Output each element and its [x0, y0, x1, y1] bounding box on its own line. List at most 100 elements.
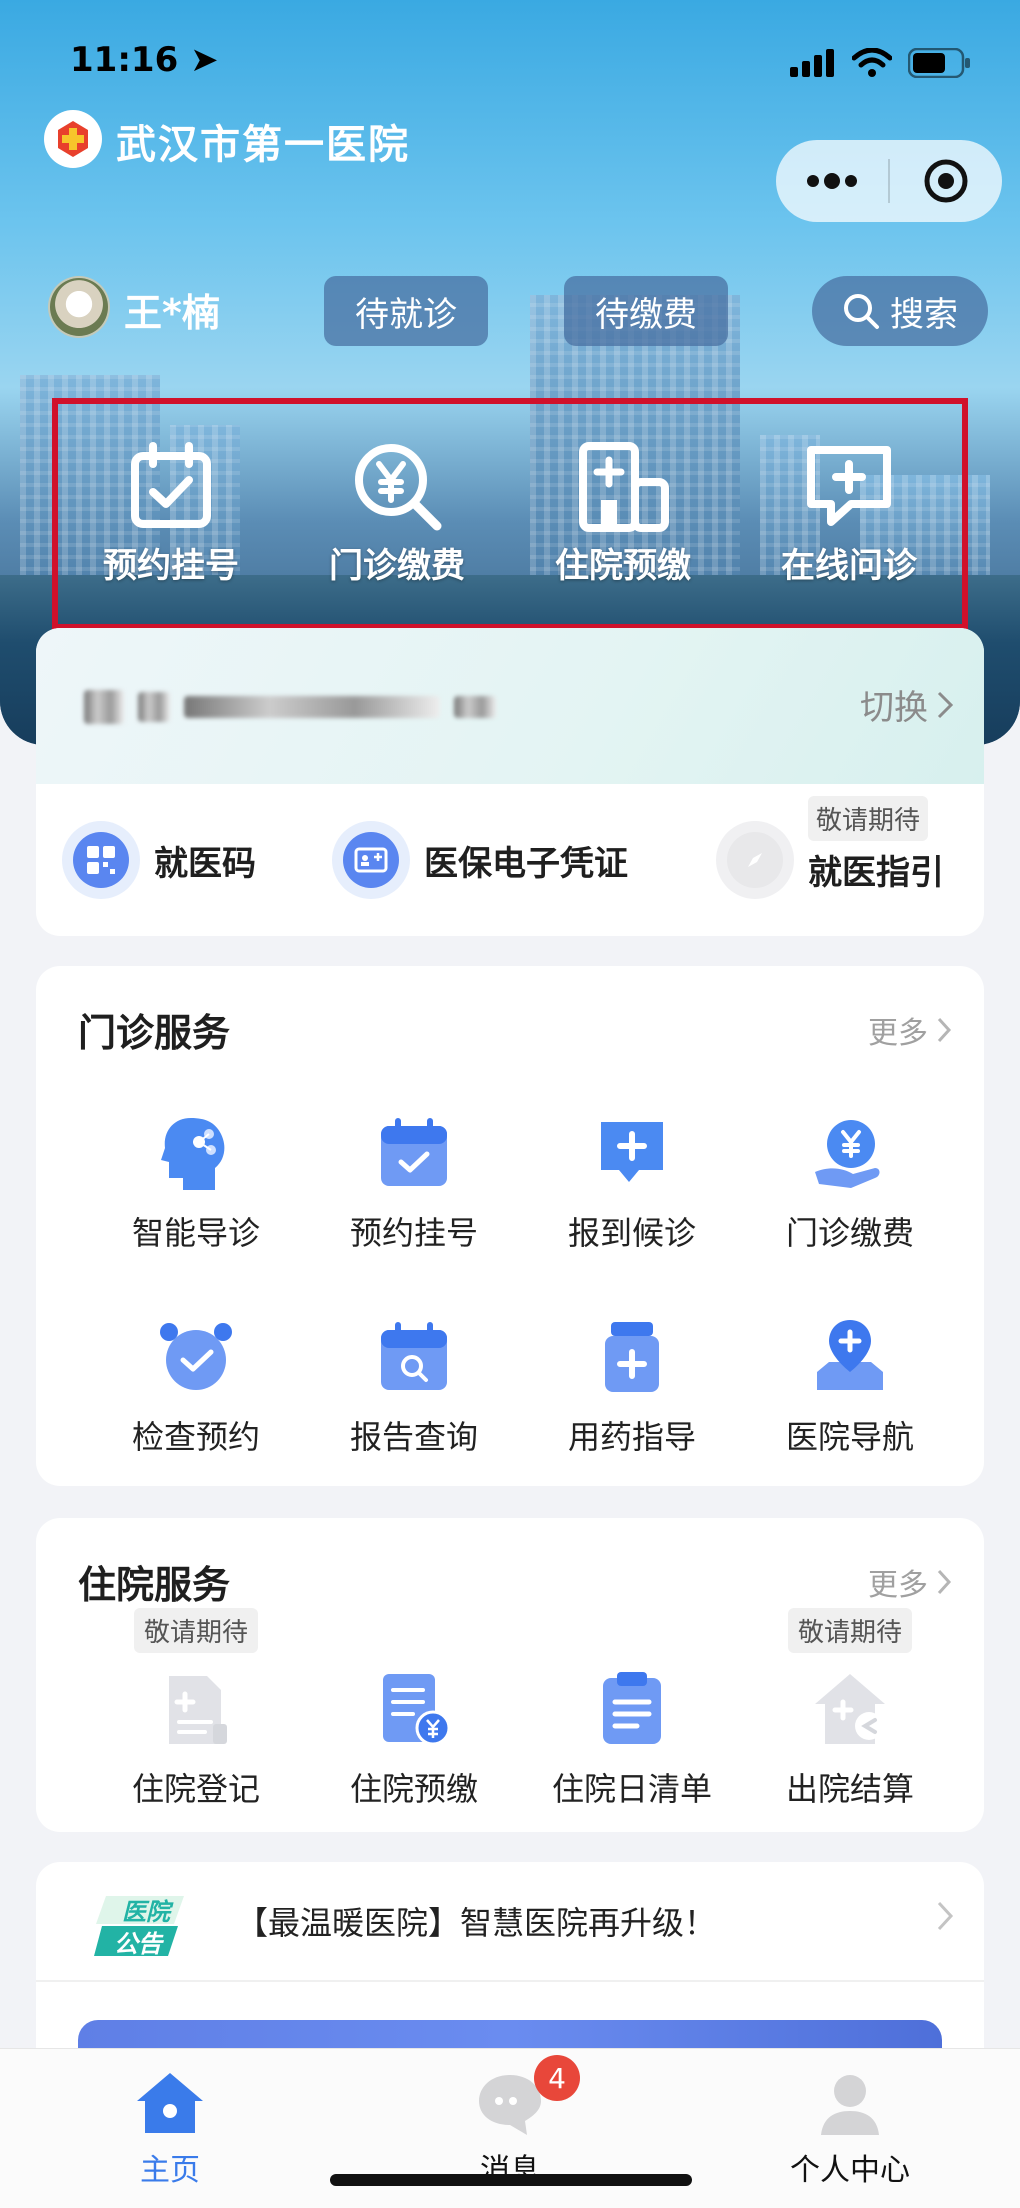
patient-info[interactable]: 切换: [36, 628, 984, 784]
quick-action-outpatient-payment[interactable]: 门诊缴费: [284, 404, 510, 624]
inpatient-services-title: 住院服务: [78, 1563, 231, 1607]
search-button[interactable]: 搜索: [812, 276, 988, 346]
notice-text[interactable]: 【最温暖医院】智慧医院再升级！: [236, 1898, 716, 1944]
medical-code-button[interactable]: 就医码: [62, 821, 256, 899]
chevron-right-icon: [937, 1017, 952, 1043]
yuan-search-icon: [355, 444, 442, 531]
coming-soon-tag: 敬请期待: [133, 1608, 258, 1653]
tab-label: 个人中心: [790, 2153, 910, 2188]
quick-action-label: 门诊缴费: [329, 546, 465, 586]
switch-label: 切换: [860, 688, 928, 728]
medical-code-label: 就医码: [154, 843, 256, 884]
inpatient-register-button[interactable]: 敬请期待 住院登记: [86, 1608, 306, 1810]
more-label: 更多: [868, 1016, 928, 1051]
location-arrow-icon: ➤: [190, 40, 219, 80]
close-mini-program-button[interactable]: [890, 157, 1002, 205]
head-ai-icon: [161, 1118, 225, 1190]
quick-action-appointment[interactable]: 预约挂号: [58, 404, 284, 624]
chevron-right-icon: [937, 691, 954, 718]
quick-action-online-consult[interactable]: 在线问诊: [736, 404, 962, 624]
quick-action-inpatient-prepay[interactable]: 住院预缴: [510, 404, 736, 624]
grid-label: 住院日清单: [551, 1770, 712, 1808]
inpatient-prepay-button[interactable]: 住院预缴: [304, 1668, 524, 1810]
hand-coin-icon: [815, 1120, 880, 1188]
calendar-icon: [381, 1118, 447, 1186]
patient-card: 切换 就医码 医保电子凭证 敬请期待 就医指引: [36, 628, 984, 936]
outpatient-payment-button[interactable]: 门诊缴费: [740, 1112, 960, 1254]
chevron-right-icon[interactable]: [936, 1900, 954, 1932]
wifi-icon: [852, 48, 892, 77]
grid-label: 预约挂号: [349, 1214, 478, 1252]
check-in-button[interactable]: 报到候诊: [522, 1112, 742, 1254]
mini-program-capsule: [776, 140, 1002, 222]
guide-label: 就医指引: [808, 853, 944, 893]
quick-action-label: 预约挂号: [103, 546, 239, 586]
guide-button[interactable]: 敬请期待 就医指引: [716, 796, 944, 899]
announcement-badge-icon: 医院 公告: [92, 1894, 184, 1958]
inpatient-more-link[interactable]: 更多: [868, 1560, 952, 1604]
target-circle-icon: [924, 159, 968, 203]
chat-plus-icon: [807, 446, 891, 526]
house-exit-icon: [815, 1674, 885, 1744]
cellular-signal-icon: [790, 49, 834, 77]
hospital-logo: [44, 110, 102, 168]
grid-label: 住院预缴: [349, 1770, 478, 1808]
grid-label: 出院结算: [785, 1770, 914, 1808]
grid-label: 医院导航: [785, 1418, 914, 1456]
outpatient-more-link[interactable]: 更多: [868, 1008, 952, 1052]
grid-label: 门诊缴费: [785, 1214, 914, 1252]
quick-actions-highlight: 预约挂号 门诊缴费 住院预缴 在线问诊: [52, 398, 968, 630]
calendar-check-icon: [131, 442, 211, 528]
status-bar: 11:16 ➤: [0, 0, 1020, 120]
switch-patient-button[interactable]: 切换: [860, 680, 954, 729]
grid-label: 报到候诊: [567, 1214, 696, 1252]
coming-soon-tag: 敬请期待: [787, 1608, 912, 1653]
chat-plus-icon: [601, 1122, 663, 1182]
clipboard-icon: [603, 1672, 661, 1744]
search-icon: [844, 294, 879, 329]
quick-action-label: 在线问诊: [781, 546, 917, 586]
hospital-building-icon: [579, 442, 669, 532]
medicine-bottle-icon: [605, 1322, 659, 1392]
unread-badge: 4: [534, 2055, 580, 2101]
quick-action-label: 住院预缴: [555, 546, 691, 586]
daily-bill-button[interactable]: 住院日清单: [522, 1668, 742, 1810]
register-doc-icon: [169, 1676, 227, 1744]
app-title: 武汉市第一医院: [116, 122, 410, 168]
tab-home[interactable]: 主页: [0, 2049, 340, 2208]
battery-icon: [908, 48, 970, 78]
doc-yuan-icon: [383, 1674, 451, 1746]
grid-label: 检查预约: [131, 1418, 260, 1456]
insurance-voucher-button[interactable]: 医保电子凭证: [332, 821, 628, 899]
report-query-button[interactable]: 报告查询: [304, 1316, 524, 1458]
pending-visit-button[interactable]: 待就诊: [324, 276, 488, 346]
id-card-icon: [332, 821, 410, 899]
exam-appointment-button[interactable]: 检查预约: [86, 1316, 306, 1458]
user-avatar[interactable]: [48, 276, 110, 338]
medication-guide-button[interactable]: 用药指导: [522, 1316, 742, 1458]
user-name[interactable]: 王*楠: [124, 282, 220, 337]
home-indicator: [330, 2174, 692, 2186]
grid-label: 智能导诊: [131, 1214, 260, 1252]
badge-line1: 医院: [122, 1898, 170, 1926]
patient-info-masked: [84, 690, 496, 724]
more-label: 更多: [868, 1568, 928, 1603]
grid-label: 报告查询: [349, 1418, 478, 1456]
discharge-settlement-button[interactable]: 敬请期待 出院结算: [740, 1608, 960, 1810]
outpatient-services-title: 门诊服务: [78, 1011, 231, 1055]
hospital-navigation-button[interactable]: 医院导航: [740, 1316, 960, 1458]
calendar-search-icon: [381, 1322, 447, 1390]
home-icon: [137, 2073, 203, 2133]
grid-label: 住院登记: [131, 1770, 260, 1808]
coming-soon-tag: 敬请期待: [808, 796, 929, 841]
chevron-right-icon: [937, 1569, 952, 1595]
appointment-button[interactable]: 预约挂号: [304, 1112, 524, 1254]
pending-payment-button[interactable]: 待缴费: [564, 276, 728, 346]
qr-grid-icon: [62, 821, 140, 899]
alarm-clock-icon: [160, 1323, 232, 1390]
location-pin-icon: [817, 1320, 883, 1390]
compass-icon: [716, 821, 794, 899]
smart-triage-button[interactable]: 智能导诊: [86, 1112, 306, 1254]
more-options-button[interactable]: [776, 173, 888, 189]
tab-profile[interactable]: 个人中心: [680, 2049, 1020, 2208]
